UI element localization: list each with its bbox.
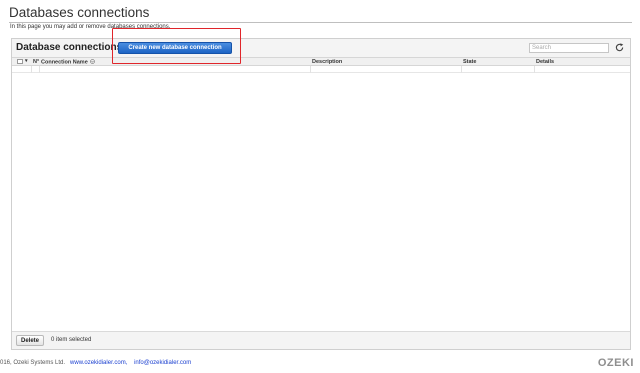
highlight-box xyxy=(112,28,241,64)
column-header-connection-name-label: Connection Name xyxy=(41,59,88,66)
column-divider xyxy=(39,66,40,73)
page-footer: 016, Ozeki Systems Ltd. www.ozekidialer.… xyxy=(0,360,191,366)
select-all-checkbox[interactable] xyxy=(17,59,23,64)
copyright-text: 016, Ozeki Systems Ltd. xyxy=(0,360,66,366)
column-divider xyxy=(310,66,311,73)
search-input[interactable]: Search xyxy=(529,43,609,53)
delete-button[interactable]: Delete xyxy=(16,335,44,346)
website-link[interactable]: www.ozekidialer.com, xyxy=(70,360,127,366)
ozeki-logo: OZEKI xyxy=(597,357,634,369)
column-header-connection-name[interactable]: Connection Name xyxy=(41,59,96,66)
sort-icon xyxy=(90,59,96,64)
panel-header: Database connections Create new database… xyxy=(12,39,630,57)
table-header: ▾ N° Connection Name Description State D… xyxy=(12,57,630,66)
column-header-number[interactable]: N° xyxy=(33,59,39,65)
empty-table-row xyxy=(12,66,630,73)
column-header-description[interactable]: Description xyxy=(312,59,342,65)
panel-footer: Delete 0 item selected xyxy=(12,331,630,349)
column-divider xyxy=(461,66,462,73)
connections-panel: Database connections Create new database… xyxy=(11,38,631,350)
column-header-state[interactable]: State xyxy=(463,59,476,65)
column-divider xyxy=(31,66,32,73)
selected-count: 0 item selected xyxy=(51,337,92,343)
column-header-details[interactable]: Details xyxy=(536,59,554,65)
select-dropdown-caret-icon[interactable]: ▾ xyxy=(25,58,28,64)
column-divider xyxy=(534,66,535,73)
email-link[interactable]: info@ozekidialer.com xyxy=(134,360,191,366)
page-title: Databases connections xyxy=(9,5,150,20)
refresh-icon[interactable] xyxy=(615,43,624,52)
panel-heading: Database connections xyxy=(16,42,123,53)
title-divider xyxy=(9,22,632,23)
